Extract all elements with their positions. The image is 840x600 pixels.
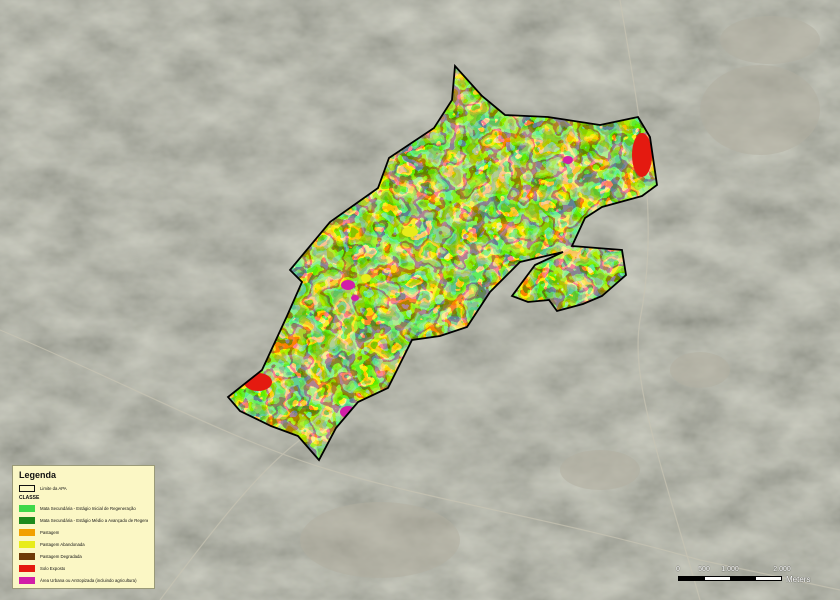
legend-row-class: Área Urbana ou Antropizada (incluindo ag…	[19, 575, 148, 586]
legend-label: Solo Exposto	[40, 566, 66, 571]
legend-row-boundary: Limite da APA	[19, 483, 148, 494]
scale-tick-label: 2.000	[773, 566, 791, 573]
scale-tick-label: 500	[698, 566, 710, 573]
boundary-swatch	[19, 485, 35, 492]
legend-label: Pastagem	[40, 530, 60, 535]
scale-tick-label: 0	[676, 566, 680, 573]
map-view[interactable]: Legenda Limite da APA CLASSE Mata Secund…	[0, 0, 840, 600]
legend-panel: Legenda Limite da APA CLASSE Mata Secund…	[12, 465, 155, 589]
scale-segment	[730, 577, 756, 580]
legend-row-class: Mata Secundária - Estágio Inicial de Reg…	[19, 503, 148, 514]
class-swatch	[19, 505, 35, 512]
scale-segment	[704, 577, 730, 580]
class-swatch	[19, 541, 35, 548]
legend-label: Limite da APA	[40, 486, 67, 491]
legend-label: Mata Secundária - Estágio Inicial de Reg…	[40, 506, 136, 511]
legend-class-list: Mata Secundária - Estágio Inicial de Reg…	[19, 503, 148, 586]
legend-row-class: Pastagem Degradada	[19, 551, 148, 562]
legend-title: Legenda	[19, 470, 57, 480]
scale-tick-label: 1.000	[721, 566, 739, 573]
class-swatch	[19, 565, 35, 572]
scale-segment	[755, 577, 781, 580]
scale-segments	[678, 576, 782, 581]
scale-segment	[679, 577, 705, 580]
legend-label: Área Urbana ou Antropizada (incluindo ag…	[40, 578, 137, 583]
class-swatch	[19, 553, 35, 560]
legend-label: Mata Secundária - Estágio Médio a Avança…	[40, 518, 148, 523]
legend-label: Pastagem Degradada	[40, 554, 82, 559]
legend-row-class: Pastagem	[19, 527, 148, 538]
legend-label: Pastagem Abandonada	[40, 542, 85, 547]
legend-row-class: Solo Exposto	[19, 563, 148, 574]
legend-row-class: Pastagem Abandonada	[19, 539, 148, 550]
scale-unit-label: Meters	[786, 575, 811, 584]
legend-section-label: CLASSE	[19, 495, 40, 501]
legend-row-class: Mata Secundária - Estágio Médio a Avança…	[19, 515, 148, 526]
class-swatch	[19, 517, 35, 524]
class-swatch	[19, 577, 35, 584]
class-swatch	[19, 529, 35, 536]
scale-bar: 0 500 1.000 2.000 Meters	[672, 566, 812, 588]
